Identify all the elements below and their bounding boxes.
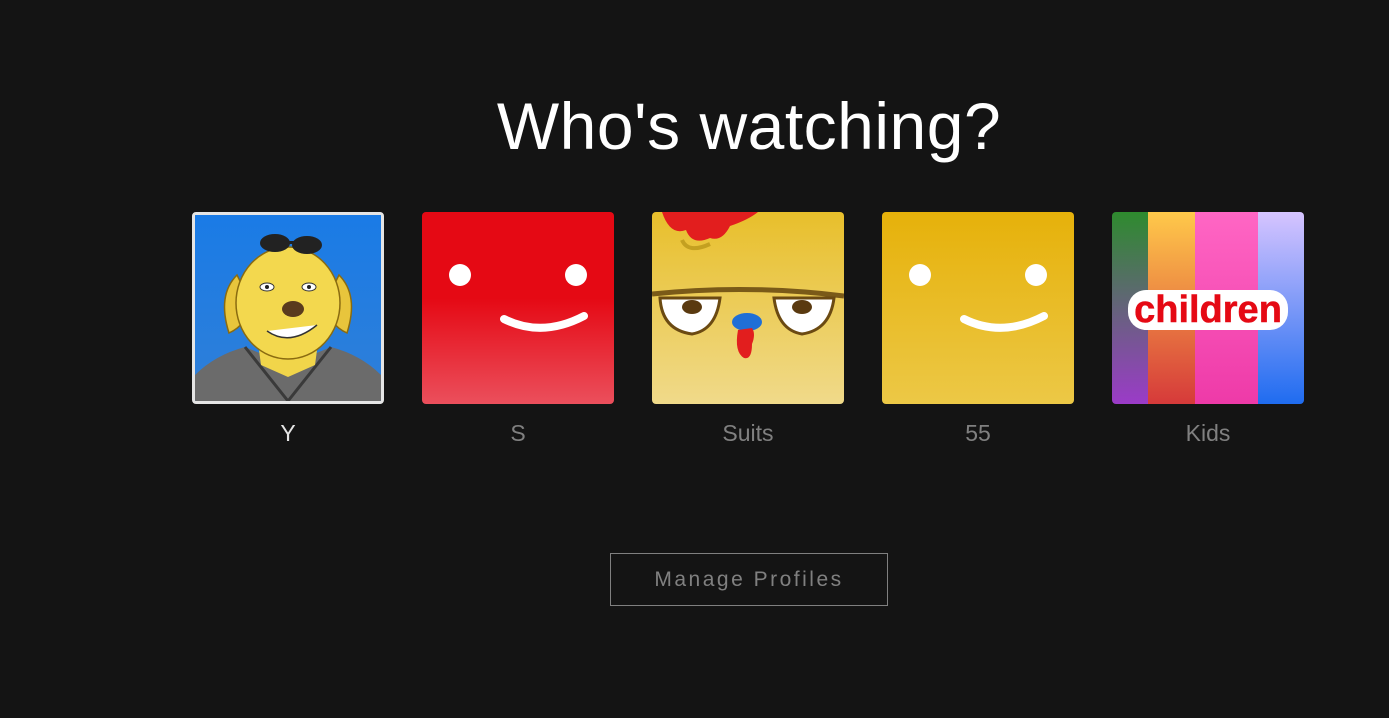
profile-list: Y S Suits 55 children Kids: [192, 212, 1304, 447]
yellow-chicken-avatar[interactable]: [652, 212, 844, 404]
profile-name-y: Y: [280, 420, 296, 446]
manage-profiles-button[interactable]: Manage Profiles: [610, 553, 888, 606]
svg-text:children: children: [1134, 289, 1282, 331]
profile-suits[interactable]: Suits: [652, 212, 844, 447]
profile-kids[interactable]: children Kids: [1112, 212, 1304, 447]
yellow-smiley-avatar[interactable]: [882, 212, 1074, 404]
dog-with-sunglasses-avatar[interactable]: [192, 212, 384, 404]
children-avatar[interactable]: children: [1112, 212, 1304, 404]
profile-55[interactable]: 55: [882, 212, 1074, 447]
page-title: Who's watching?: [496, 89, 1002, 163]
profile-name-kids: Kids: [1185, 420, 1231, 446]
profile-y[interactable]: Y: [192, 212, 384, 447]
profile-gate: Who's watching? Y S Suits 55 children Ki…: [0, 0, 1389, 718]
chicken-icon: [652, 212, 844, 404]
dog-avatar-icon: [195, 215, 381, 401]
profile-s[interactable]: S: [422, 212, 614, 447]
children-logo-icon: children: [1112, 212, 1304, 404]
profile-name-suits: Suits: [722, 420, 774, 446]
profile-name-s: S: [510, 420, 526, 446]
red-smiley-icon: [422, 212, 614, 404]
profile-name-55: 55: [965, 420, 991, 446]
red-smiley-avatar[interactable]: [422, 212, 614, 404]
yellow-smiley-icon: [882, 212, 1074, 404]
